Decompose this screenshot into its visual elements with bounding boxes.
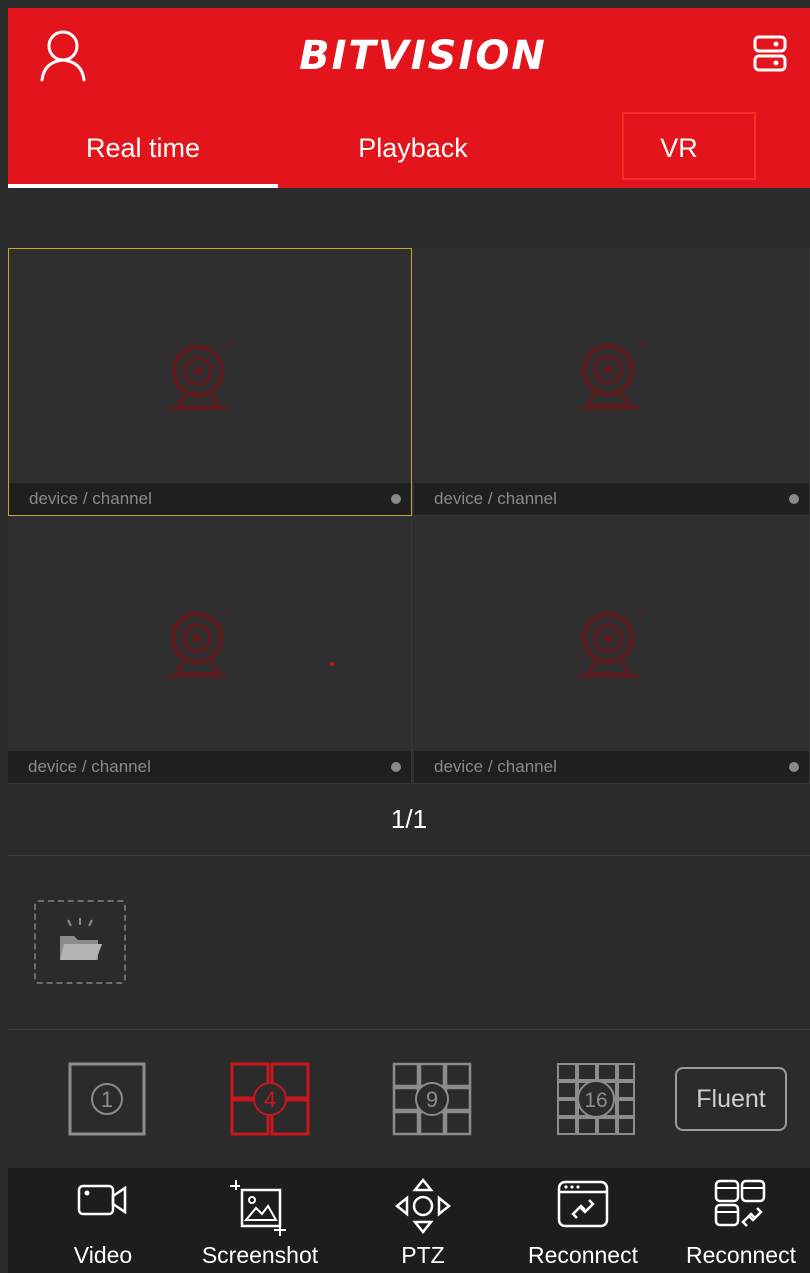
layout-single-icon: 1: [68, 1062, 146, 1136]
layout-nine-icon: 9: [392, 1062, 472, 1136]
cell-caption-bar: device / channel: [8, 751, 411, 783]
cell-label: device / channel: [29, 489, 152, 508]
layout-16-button[interactable]: 16: [556, 1062, 636, 1141]
video-cell[interactable]: device / channel: [414, 248, 810, 516]
camera-icon: [167, 610, 231, 678]
layout-selector: 1 4 9 16 Fluent: [8, 1030, 810, 1170]
video-cell[interactable]: device / channel: [8, 516, 412, 784]
screenshot-icon: [230, 1180, 286, 1236]
video-label: Video: [73, 1242, 133, 1268]
camera-icon: [578, 342, 642, 410]
ptz-label: PTZ: [401, 1242, 445, 1268]
reconnect-all-icon: [714, 1179, 766, 1227]
ptz-icon: [395, 1178, 451, 1234]
active-tab-indicator: [8, 184, 278, 188]
layout-sixteen-icon: 16: [557, 1063, 635, 1135]
tab-playback[interactable]: Playback: [278, 108, 548, 188]
user-icon: [40, 30, 86, 82]
layout-9-button[interactable]: 9: [392, 1062, 472, 1141]
layout-quad-icon: 4: [230, 1062, 310, 1136]
stream-quality-button[interactable]: Fluent: [675, 1067, 787, 1131]
video-cell[interactable]: device / channel: [8, 248, 412, 516]
layout-4-label: 4: [264, 1087, 276, 1112]
reconnect-all-button[interactable]: Reconnect: [672, 1168, 810, 1273]
device-list-icon: [753, 35, 787, 72]
reconnect-icon: [557, 1180, 609, 1228]
status-dot: [789, 762, 799, 772]
layout-4-button[interactable]: 4: [230, 1062, 310, 1141]
status-dot: [391, 494, 401, 504]
reconnect-all-label: Reconnect: [686, 1242, 796, 1268]
camera-icon: [168, 343, 232, 411]
status-dot: [391, 762, 401, 772]
cell-label: device / channel: [28, 757, 151, 776]
cell-label: device / channel: [434, 489, 557, 508]
layout-1-label: 1: [101, 1087, 113, 1112]
brand-logo: BITVISION: [299, 33, 547, 79]
cell-caption-bar: device / channel: [9, 483, 411, 515]
reconnect-label: Reconnect: [528, 1242, 638, 1268]
video-record-button[interactable]: Video: [38, 1168, 168, 1273]
layout-1-button[interactable]: 1: [68, 1062, 146, 1141]
folder-area: [8, 856, 810, 1030]
bottom-toolbar: Video Screenshot PTZ Reconnect Reconnect: [8, 1168, 810, 1273]
open-folder-button[interactable]: [34, 900, 126, 984]
cell-label: device / channel: [434, 757, 557, 776]
app-header: BITVISION Real time Playback VR: [8, 8, 810, 188]
tab-real-time[interactable]: Real time: [8, 108, 278, 188]
layout-9-label: 9: [426, 1087, 438, 1112]
screenshot-label: Screenshot: [201, 1242, 319, 1268]
app-frame: BITVISION Real time Playback VR device /…: [8, 8, 810, 1273]
user-button[interactable]: [36, 24, 90, 88]
red-marker-dot: [330, 662, 334, 666]
camera-icon: [578, 610, 642, 678]
folder-icon: [60, 918, 102, 960]
page-indicator: 1/1: [8, 784, 810, 856]
cell-caption-bar: device / channel: [414, 483, 809, 515]
video-camera-icon: [77, 1184, 127, 1216]
reconnect-button[interactable]: Reconnect: [508, 1168, 658, 1273]
device-list-button[interactable]: [748, 28, 792, 80]
video-cell[interactable]: device / channel: [414, 516, 810, 784]
ptz-button[interactable]: PTZ: [368, 1168, 478, 1273]
layout-16-label: 16: [584, 1089, 607, 1112]
video-grid: device / channel device / channel device…: [8, 248, 810, 784]
cell-caption-bar: device / channel: [414, 751, 809, 783]
vr-highlight-box: [622, 112, 756, 180]
screenshot-button[interactable]: Screenshot: [180, 1168, 340, 1273]
status-dot: [789, 494, 799, 504]
